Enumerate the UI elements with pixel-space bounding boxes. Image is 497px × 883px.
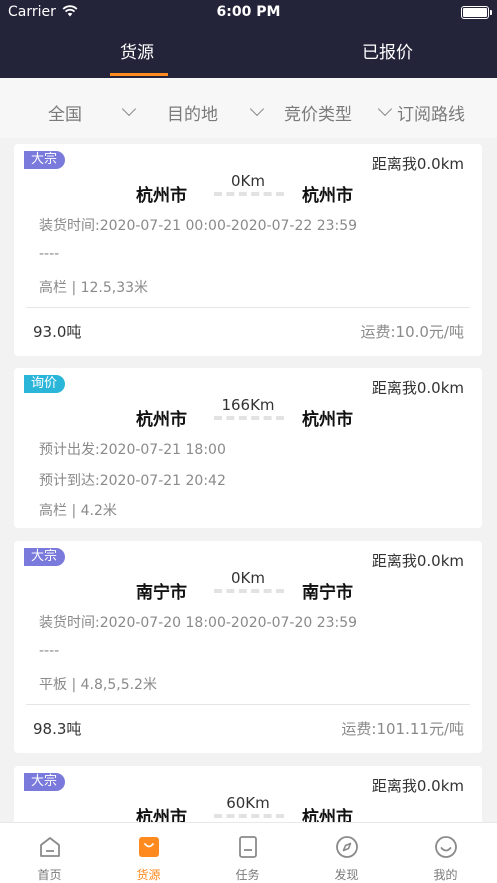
distance-label: 距离我0.0km: [371, 379, 464, 397]
home-icon: [40, 837, 60, 857]
nav-label: 货源: [136, 868, 161, 882]
cargo-weight: 98.3吨: [33, 720, 82, 738]
nav-discover[interactable]: 发现: [297, 823, 396, 883]
type-badge: 询价: [24, 375, 66, 398]
status-bar: Carrier 6:00 PM: [0, 0, 497, 26]
chevron-down-icon[interactable]: [249, 101, 265, 117]
distance-label: 距离我0.0km: [371, 155, 464, 173]
compass-icon: [336, 836, 358, 858]
vehicle-spec: 高栏 | 12.5,33米: [39, 280, 149, 296]
card-divider: [26, 704, 470, 705]
type-badge: 大宗: [24, 548, 66, 571]
info-line: ----: [39, 246, 60, 262]
cargo-card[interactable]: 询价 距离我0.0km 杭州市 166Km 杭州市 预计出发:2020-07-2…: [14, 368, 482, 528]
tab-cargo[interactable]: 货源: [120, 38, 154, 63]
origin-city: 南宁市: [136, 583, 187, 603]
route-distance: 60Km: [226, 794, 270, 812]
nav-cargo[interactable]: 货源: [99, 823, 198, 883]
nav-profile[interactable]: 我的: [396, 823, 495, 883]
vehicle-spec: 高栏 | 4.2米: [39, 503, 117, 519]
nav-label: 首页: [37, 868, 62, 882]
cargo-card[interactable]: 大宗 距离我0.0km 杭州市 60Km 杭州市: [14, 766, 482, 822]
route-distance: 0Km: [231, 569, 265, 587]
task-document-icon: [239, 836, 257, 858]
origin-city: 杭州市: [136, 410, 187, 430]
loading-time: 装货时间:2020-07-21 00:00-2020-07-22 23:59: [39, 218, 358, 234]
info-line: ----: [39, 643, 60, 659]
route-distance: 0Km: [231, 172, 265, 190]
destination-city: 杭州市: [302, 410, 353, 430]
distance-label: 距离我0.0km: [371, 552, 464, 570]
route-line: [214, 416, 284, 420]
cargo-card[interactable]: 大宗 距离我0.0km 杭州市 0Km 杭州市 装货时间:2020-07-21 …: [14, 144, 482, 356]
nav-tasks[interactable]: 任务: [198, 823, 297, 883]
nav-label: 我的: [433, 868, 458, 882]
destination-city: 杭州市: [302, 186, 353, 206]
route-line: [214, 589, 284, 593]
battery-icon: [461, 6, 492, 19]
filter-bar: 全国 目的地 竞价类型 订阅路线: [0, 78, 497, 138]
route-line: [214, 192, 284, 196]
route-distance: 166Km: [221, 396, 275, 414]
nav-label: 任务: [235, 868, 260, 882]
type-badge: 大宗: [24, 773, 66, 796]
top-tabs: 货源 已报价: [0, 26, 497, 78]
cargo-weight: 93.0吨: [33, 323, 82, 341]
cargo-bag-icon: [139, 837, 159, 857]
destination-city: 杭州市: [302, 808, 353, 822]
card-divider: [26, 307, 470, 308]
origin-city: 杭州市: [136, 808, 187, 822]
freight-fee: 运费:101.11元/吨: [341, 720, 464, 738]
filter-bid-type[interactable]: 竞价类型: [284, 100, 352, 125]
loading-time: 装货时间:2020-07-20 18:00-2020-07-20 23:59: [39, 615, 358, 631]
nav-home[interactable]: 首页: [0, 823, 99, 883]
status-time: 6:00 PM: [216, 4, 281, 20]
departure-time: 预计出发:2020-07-21 18:00: [39, 442, 226, 458]
nav-label: 发现: [334, 868, 359, 882]
arrival-time: 预计到达:2020-07-21 20:42: [39, 473, 226, 489]
cargo-list[interactable]: 大宗 距离我0.0km 杭州市 0Km 杭州市 装货时间:2020-07-21 …: [0, 138, 497, 822]
chevron-down-icon[interactable]: [121, 101, 137, 117]
tab-quoted[interactable]: 已报价: [362, 38, 413, 63]
destination-city: 南宁市: [302, 583, 353, 603]
distance-label: 距离我0.0km: [371, 777, 464, 795]
filter-region[interactable]: 全国: [48, 100, 82, 125]
filter-destination[interactable]: 目的地: [167, 100, 218, 125]
vehicle-spec: 平板 | 4.8,5,5.2米: [39, 677, 157, 693]
filter-subscribed-routes[interactable]: 订阅路线: [397, 100, 465, 125]
smiley-icon: [435, 836, 457, 858]
top-bar: Carrier 6:00 PM 货源 已报价: [0, 0, 497, 78]
type-badge: 大宗: [24, 151, 66, 174]
route-line: [214, 814, 284, 818]
freight-fee: 运费:10.0元/吨: [360, 323, 464, 341]
bottom-tab-bar: 首页 货源 任务 发现 我的: [0, 822, 497, 883]
origin-city: 杭州市: [136, 186, 187, 206]
chevron-down-icon[interactable]: [377, 101, 393, 117]
cargo-card[interactable]: 大宗 距离我0.0km 南宁市 0Km 南宁市 装货时间:2020-07-20 …: [14, 541, 482, 753]
active-tab-indicator: [110, 73, 168, 76]
